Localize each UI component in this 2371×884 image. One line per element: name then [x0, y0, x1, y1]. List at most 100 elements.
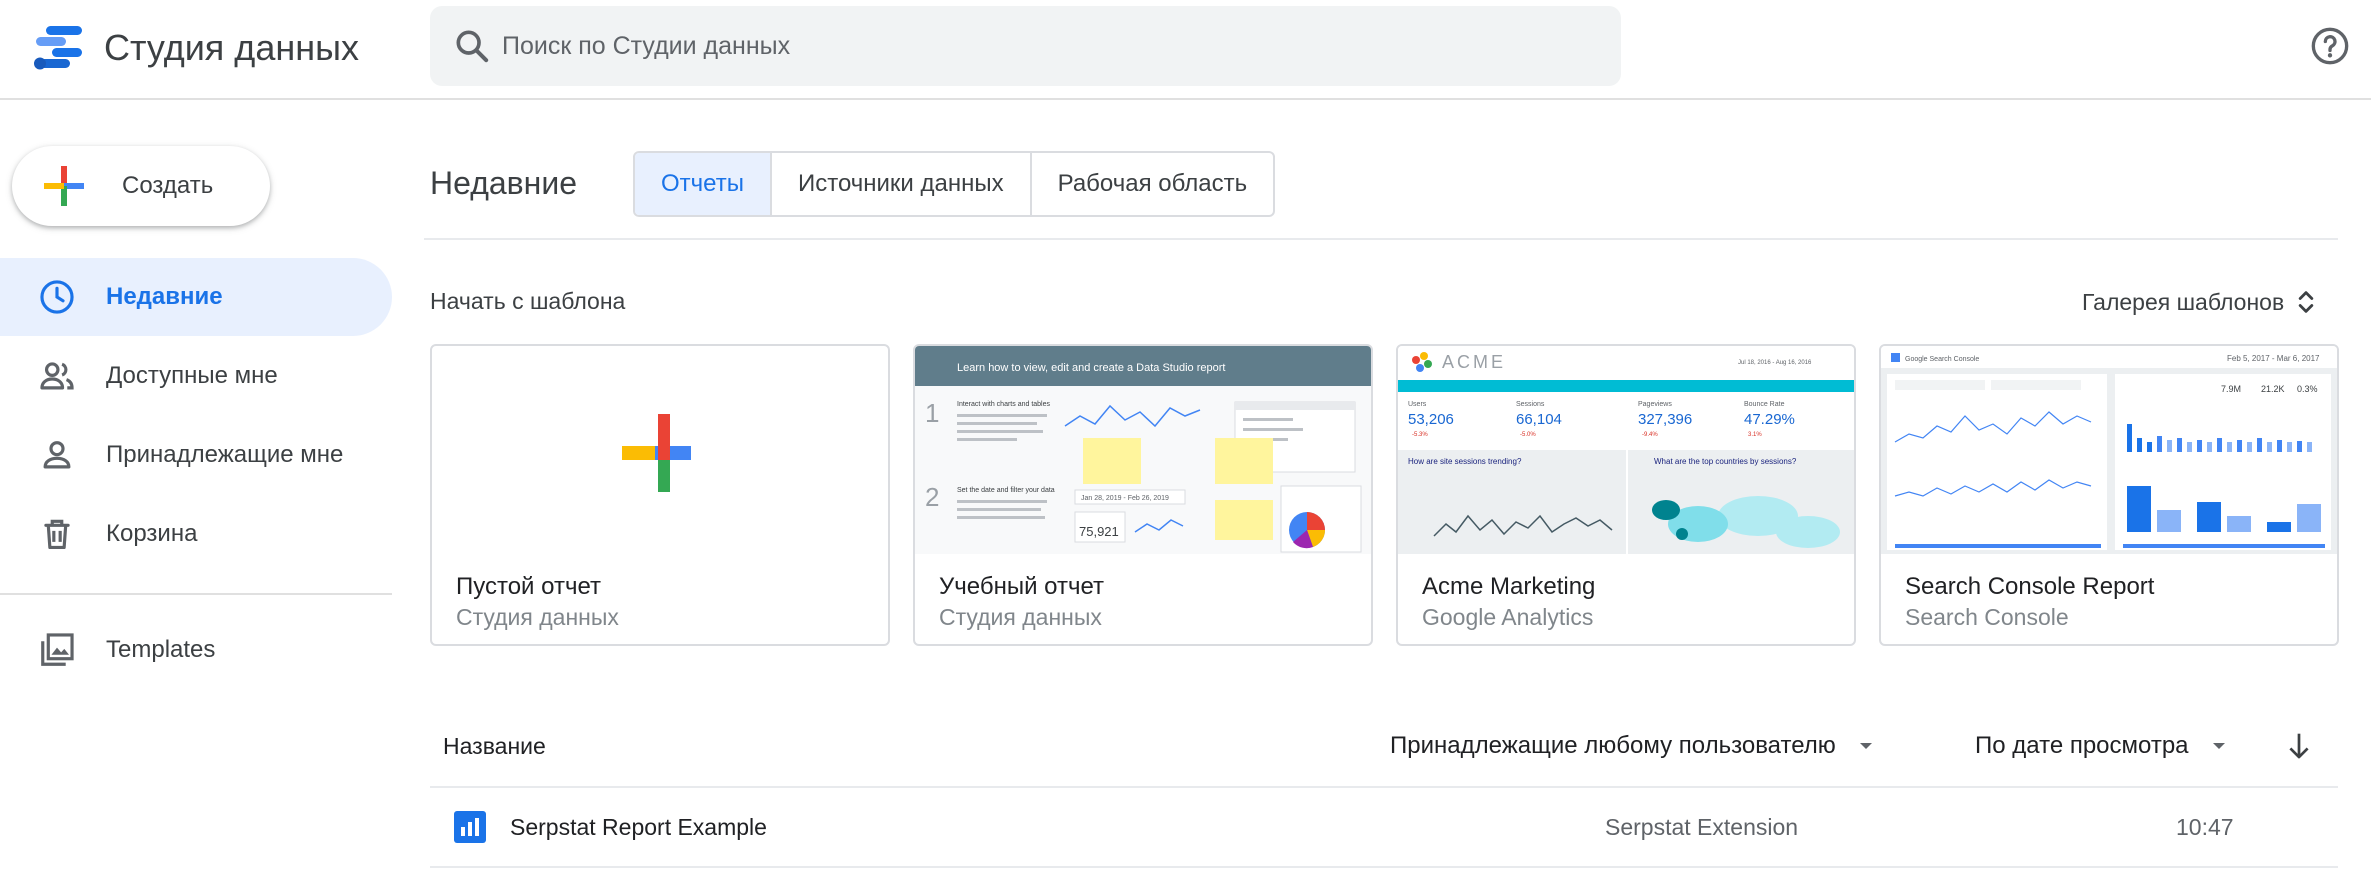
create-button[interactable]: Создать [12, 146, 270, 226]
template-subtitle: Search Console [1905, 604, 2069, 630]
acme-kpi-value: 66,104 [1516, 411, 1562, 428]
sidebar-item-label: Templates [106, 636, 216, 663]
top-bar: Студия данных [0, 0, 2371, 100]
template-subtitle: Google Analytics [1422, 604, 1594, 630]
template-title: Acme Marketing [1422, 573, 1596, 600]
acme-kpi-delta: -5.3% [1412, 432, 1428, 438]
sidebar-item-owned[interactable]: Принадлежащие мне [0, 416, 392, 494]
large-plus-icon [622, 414, 691, 492]
search-console-brand: Google Search Console [1905, 356, 1979, 363]
sidebar-item-trash[interactable]: Корзина [0, 495, 392, 573]
search-input[interactable] [502, 6, 1592, 86]
data-studio-logo-icon[interactable] [32, 24, 84, 72]
template-title: Пустой отчет [456, 573, 601, 600]
tab-reports[interactable]: Отчеты [635, 153, 772, 215]
acme-kpi-label: Sessions [1516, 401, 1545, 408]
acme-preview: ACME Jul 18, 2016 - Aug 16, 2016 Users 5… [1398, 346, 1854, 554]
search-console-date-range: Feb 5, 2017 - Mar 6, 2017 [2227, 354, 2320, 363]
template-subtitle: Студия данных [939, 604, 1102, 630]
table-row[interactable]: Serpstat Report Example Serpstat Extensi… [430, 789, 2338, 865]
report-source: Serpstat Extension [1605, 814, 1799, 840]
tab-bar: Отчеты Источники данных Рабочая область [633, 151, 1276, 217]
acme-chart1-title: How are site sessions trending? [1408, 457, 1522, 466]
search-icon[interactable] [452, 26, 492, 66]
tutorial-date-range: Jan 28, 2019 - Feb 26, 2019 [1081, 495, 1169, 502]
plus-icon [44, 166, 84, 206]
search-console-kpi: 7.9M [2221, 384, 2241, 394]
sidebar-item-label: Доступные мне [106, 362, 278, 389]
tutorial-metric: 75,921 [1079, 524, 1119, 539]
arrow-downward-icon[interactable] [2284, 730, 2314, 762]
acme-kpi-value: 53,206 [1408, 411, 1454, 428]
arrow-drop-down-icon [2212, 743, 2225, 749]
template-title: Учебный отчет [939, 573, 1105, 600]
tutorial-banner: Learn how to view, edit and create a Dat… [957, 362, 1225, 374]
template-subtitle: Студия данных [456, 604, 619, 630]
acme-kpi-delta: 3.1% [1748, 432, 1762, 438]
acme-kpi-delta: -9.4% [1642, 432, 1658, 438]
search-console-preview: Google Search Console Feb 5, 2017 - Mar … [1881, 346, 2337, 554]
tutorial-step-2: 2 [925, 482, 939, 512]
sidebar-item-templates[interactable]: Templates [0, 611, 392, 689]
tab-workspace[interactable]: Рабочая область [1032, 153, 1274, 215]
app-root: Студия данных Создать Недавние [0, 0, 2371, 884]
tutorial-preview: Learn how to view, edit and create a Dat… [915, 346, 1371, 554]
acme-brand: ACME [1442, 352, 1506, 372]
acme-kpi-label: Bounce Rate [1744, 401, 1785, 408]
template-card-blank[interactable]: Пустой отчет Студия данных [430, 344, 890, 646]
sidebar-item-shared[interactable]: Доступные мне [0, 337, 392, 415]
template-thumbnail: ACME Jul 18, 2016 - Aug 16, 2016 Users 5… [1398, 346, 1854, 554]
acme-kpi-label: Pageviews [1638, 401, 1672, 408]
app-title: Студия данных [104, 27, 359, 68]
acme-kpi-value: 47.29% [1744, 411, 1795, 428]
templates-heading: Начать с шаблона [430, 288, 626, 314]
template-title: Search Console Report [1905, 573, 2155, 600]
unfold-more-icon [2298, 291, 2314, 313]
sidebar-item-label: Недавние [106, 283, 223, 310]
report-name: Serpstat Report Example [510, 814, 767, 840]
arrow-drop-down-icon [1859, 743, 1872, 749]
template-thumbnail [432, 346, 888, 554]
table-divider [430, 786, 2338, 788]
people-icon [40, 362, 74, 390]
search-console-kpi: 21.2K [2261, 384, 2285, 394]
sidebar-item-label: Принадлежащие мне [106, 441, 344, 468]
sort-by-dropdown[interactable]: По дате просмотра [1975, 726, 2229, 766]
sort-by-label: По дате просмотра [1975, 732, 2189, 759]
template-card-search-console[interactable]: Google Search Console Feb 5, 2017 - Mar … [1879, 344, 2339, 646]
tutorial-step-1: 1 [925, 398, 939, 428]
search-console-kpi: 0.3% [2297, 384, 2318, 394]
column-header-name: Название [443, 733, 546, 759]
tutorial-step-2-heading: Set the date and filter your data [957, 487, 1055, 494]
create-button-label: Создать [122, 172, 214, 199]
acme-kpi-delta: -5.0% [1520, 432, 1536, 438]
help-icon[interactable] [2310, 26, 2350, 66]
acme-kpi-value: 327,396 [1638, 411, 1692, 428]
template-card-acme[interactable]: ACME Jul 18, 2016 - Aug 16, 2016 Users 5… [1396, 344, 1856, 646]
page-title: Недавние [430, 165, 578, 201]
sidebar-item-recent[interactable]: Недавние [0, 258, 392, 336]
template-thumbnail: Learn how to view, edit and create a Dat… [915, 346, 1371, 554]
clock-icon [40, 280, 74, 314]
main-divider [424, 238, 2338, 240]
trash-icon [44, 519, 70, 550]
acme-date-range: Jul 18, 2016 - Aug 16, 2016 [1738, 360, 1812, 366]
search-box[interactable] [430, 6, 1621, 86]
template-gallery-label: Галерея шаблонов [2082, 289, 2285, 315]
sidebar-item-label: Корзина [106, 520, 198, 547]
person-icon [43, 441, 71, 469]
template-thumbnail: Google Search Console Feb 5, 2017 - Mar … [1881, 346, 2337, 554]
table-divider [430, 866, 2338, 868]
report-time: 10:47 [2176, 814, 2234, 840]
template-card-tutorial[interactable]: Learn how to view, edit and create a Dat… [913, 344, 1373, 646]
acme-chart2-title: What are the top countries by sessions? [1654, 457, 1797, 466]
tab-data-sources[interactable]: Источники данных [772, 153, 1032, 215]
templates-icon [41, 633, 74, 666]
tutorial-step-1-heading: Interact with charts and tables [957, 401, 1050, 408]
owner-filter-label: Принадлежащие любому пользователю [1390, 732, 1836, 759]
template-gallery-button[interactable]: Галерея шаблонов [2082, 285, 2320, 319]
sidebar-divider [0, 593, 392, 595]
owner-filter-dropdown[interactable]: Принадлежащие любому пользователю [1390, 726, 1876, 766]
acme-kpi-label: Users [1408, 401, 1427, 408]
report-icon [454, 811, 486, 843]
